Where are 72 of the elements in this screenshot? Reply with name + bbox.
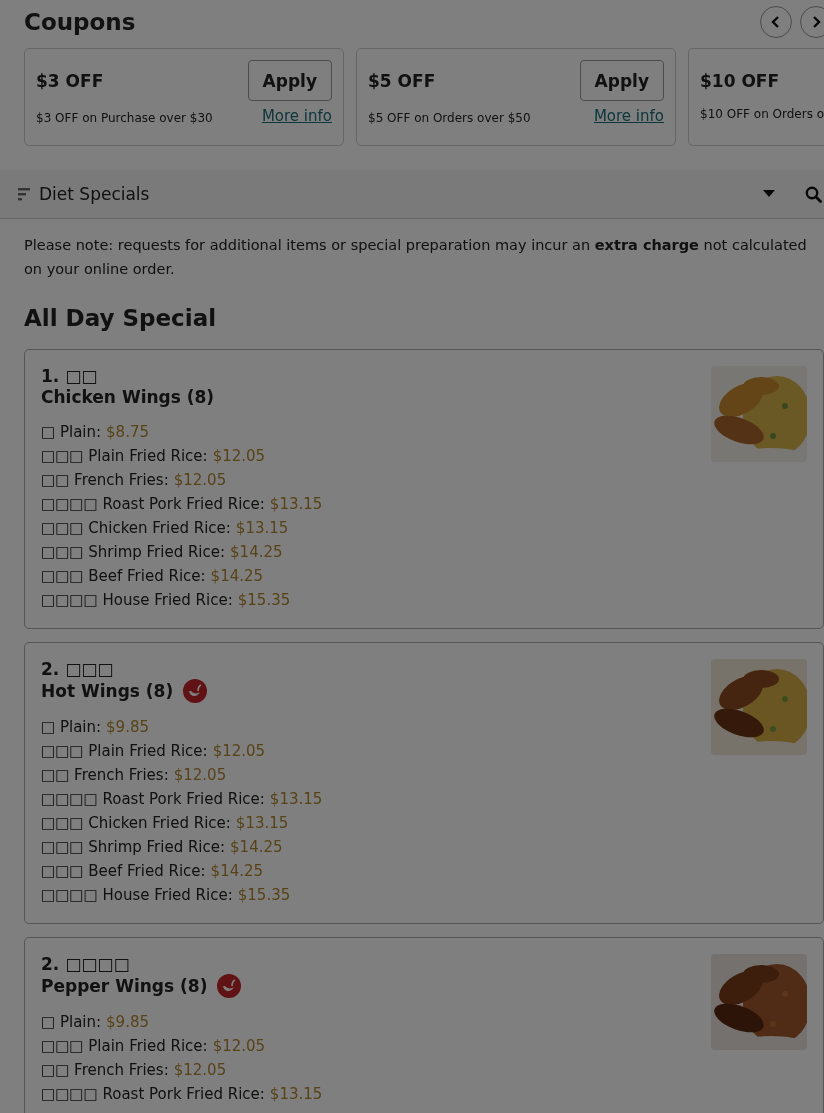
note-text: Please note: requests for additional items or special preparation may incur an extra charge not calculated on your online order.: [24, 236, 808, 279]
option-price: $15.35: [237, 885, 291, 906]
option-label: □□□□ Roast Pork Fried Rice:: [41, 1084, 265, 1105]
item-number: 1. □□: [41, 366, 99, 386]
option-price: $14.25: [230, 542, 283, 563]
chevron-right-icon: [811, 15, 821, 29]
option-price: $12.05: [173, 765, 227, 786]
option-price: $13.15: [235, 518, 289, 539]
option-price: $9.85: [106, 1012, 150, 1033]
option-price: $12.05: [212, 741, 266, 762]
option-price: $8.75: [106, 422, 150, 443]
item-number: 2. □□□: [41, 659, 115, 679]
pepper-icon: [183, 679, 208, 703]
coupon-title: $3 OFF: [36, 70, 104, 91]
option-label: □□□ Beef Fried Rice:: [41, 861, 206, 882]
option-price: $12.05: [212, 446, 266, 467]
option-label: □□□□ House Fried Rice:: [41, 590, 233, 611]
option-label: □□□ Chicken Fried Rice:: [41, 518, 231, 539]
option-label: □□□ Plain Fried Rice:: [41, 1036, 208, 1057]
item-name: Chicken Wings (8): [41, 386, 215, 408]
option-price: $9.85: [106, 717, 150, 738]
more-info-link[interactable]: More info: [593, 107, 664, 125]
coupon-description: $3 OFF on Purchase over $30: [36, 111, 213, 125]
previous-button[interactable]: [760, 6, 792, 38]
coupon-description: $5 OFF on Orders over $50: [368, 111, 531, 125]
option-price: $12.05: [173, 470, 227, 491]
menu-item-card[interactable]: [24, 642, 824, 924]
chevron-left-icon: [771, 15, 781, 29]
option-price: $12.05: [173, 1060, 227, 1081]
option-label: □□□ Chicken Fried Rice:: [41, 813, 231, 834]
option-label: □□□ Plain Fried Rice:: [41, 741, 208, 762]
option-label: □□□□ House Fried Rice:: [41, 885, 233, 906]
option-price: $13.15: [235, 813, 289, 834]
option-label: □□ French Fries:: [41, 765, 169, 786]
apply-button[interactable]: Apply: [247, 60, 332, 101]
category-selector[interactable]: Diet Specials: [39, 184, 763, 204]
coupons-heading: Coupons: [24, 9, 136, 35]
option-price: $14.25: [230, 837, 283, 858]
caret-icon[interactable]: [763, 190, 775, 198]
coupon-title: $5 OFF: [368, 70, 436, 91]
option-label: □□ French Fries:: [41, 1060, 169, 1081]
option-label: □ Plain:: [41, 1012, 102, 1033]
option-price: $12.05: [212, 1036, 266, 1057]
next-button[interactable]: [800, 6, 824, 38]
pepper-icon: [217, 974, 242, 998]
option-label: □ Plain:: [41, 422, 102, 443]
apply-button[interactable]: Apply: [579, 60, 664, 101]
option-label: □□ French Fries:: [41, 470, 169, 491]
option-price: $13.15: [269, 789, 323, 810]
coupon-description: $10 OFF on Orders o: [700, 107, 824, 121]
option-label: □ Plain:: [41, 717, 102, 738]
search-icon[interactable]: [805, 185, 822, 203]
option-price: $15.35: [237, 590, 291, 611]
menu-item-card[interactable]: [24, 349, 824, 629]
option-label: □□□ Plain Fried Rice:: [41, 446, 208, 467]
option-label: □□□ Beef Fried Rice:: [41, 566, 206, 587]
item-name: Pepper Wings (8): [41, 975, 208, 997]
option-label: □□□□ Roast Pork Fried Rice:: [41, 789, 265, 810]
option-label: □□□ Shrimp Fried Rice:: [41, 837, 226, 858]
section-heading: All Day Special: [24, 305, 218, 331]
item-number: 2. □□□□: [41, 954, 131, 974]
item-name: Hot Wings (8): [41, 680, 174, 702]
option-price: $14.25: [210, 861, 264, 882]
option-price: $13.15: [269, 494, 323, 515]
option-label: □□□□ Roast Pork Fried Rice:: [41, 494, 265, 515]
option-label: □□□ Shrimp Fried Rice:: [41, 542, 226, 563]
option-price: $14.25: [210, 566, 264, 587]
menu-item-card[interactable]: 2. □□□□ Pepper Wings (8) □ Plain: $9.85 □□□ Plain Fried Rice: $12.05 □□ French Fries: $12.05 □□□□ Roast Pork Fried Rice: $13.15: [24, 937, 824, 1113]
option-price: $13.15: [269, 1084, 323, 1105]
more-info-link[interactable]: More info: [261, 107, 332, 125]
coupon-title: $10 OFF: [700, 70, 780, 91]
filter-icon: [18, 187, 30, 201]
